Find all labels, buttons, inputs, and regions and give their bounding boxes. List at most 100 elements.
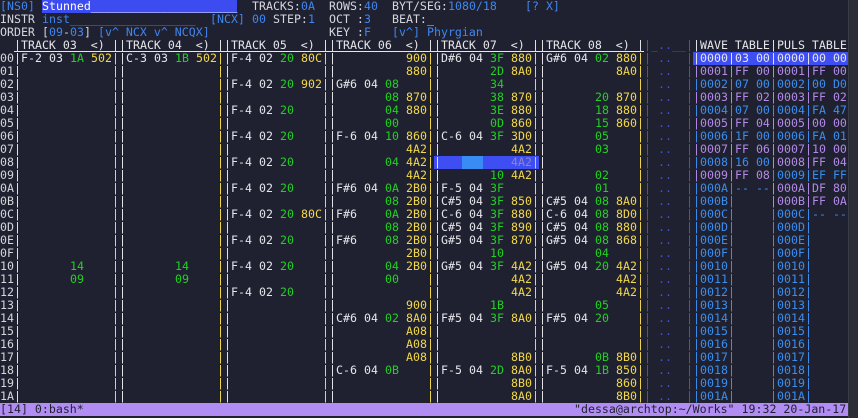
note-cell[interactable]: F#6 <box>336 208 357 221</box>
effect-cell[interactable]: 20 <box>280 260 294 273</box>
effect-cell[interactable]: 3F <box>490 312 504 325</box>
effect-cell[interactable]: 1B <box>175 52 189 65</box>
note-cell[interactable]: C-6 <box>441 130 462 143</box>
instrument-cell[interactable]: 02 <box>259 286 273 299</box>
effect-cell[interactable]: 0B <box>385 364 399 377</box>
value-cell[interactable]: 8A0 <box>511 65 532 78</box>
effect-cell[interactable]: 20 <box>280 234 294 247</box>
value-cell[interactable]: 502 <box>196 52 217 65</box>
instrument-cell[interactable]: 04 <box>574 260 588 273</box>
instrument-cell[interactable]: 04 <box>574 312 588 325</box>
effect-cell[interactable]: 20 <box>595 312 609 325</box>
instrument-cell[interactable]: 04 <box>574 52 588 65</box>
scrollbar[interactable] <box>848 0 858 418</box>
effect-cell[interactable]: 20 <box>280 156 294 169</box>
value-cell[interactable]: 868 <box>616 234 637 247</box>
note-cell[interactable]: F-4 <box>231 104 252 117</box>
value-cell[interactable]: 80C <box>301 208 322 221</box>
instrument-cell[interactable]: 04 <box>364 130 378 143</box>
note-cell[interactable]: G#5 <box>546 260 567 273</box>
value-cell[interactable]: 4A2 <box>616 286 637 299</box>
instrument-cell[interactable]: 02 <box>259 182 273 195</box>
effect-cell[interactable]: 20 <box>280 208 294 221</box>
instrument-cell[interactable]: 04 <box>364 364 378 377</box>
instrument-cell[interactable]: 04 <box>469 364 483 377</box>
note-cell[interactable]: F-5 <box>441 364 462 377</box>
instrument-cell[interactable]: 04 <box>469 130 483 143</box>
effect-cell[interactable]: 20 <box>280 78 294 91</box>
instrument-cell[interactable]: 04 <box>469 312 483 325</box>
step-value[interactable]: 1 <box>308 13 315 26</box>
note-cell[interactable]: F-4 <box>231 286 252 299</box>
note-cell[interactable]: G#5 <box>546 234 567 247</box>
note-cell[interactable]: F-6 <box>336 130 357 143</box>
status-left[interactable]: [14] 0:bash* <box>0 403 84 416</box>
effect-cell[interactable]: 02 <box>385 312 399 325</box>
instrument-cell[interactable]: 02 <box>259 156 273 169</box>
instrument-cell[interactable]: 04 <box>469 52 483 65</box>
instrument-cell[interactable]: 04 <box>364 182 378 195</box>
effect-cell[interactable]: 2D <box>490 364 504 377</box>
instr-flags[interactable]: [NCX] <box>210 13 245 26</box>
note-cell[interactable]: F-4 <box>231 156 252 169</box>
value-cell[interactable]: 860 <box>616 117 637 130</box>
value-cell[interactable]: 2B0 <box>406 260 427 273</box>
instrument-cell[interactable]: 03 <box>154 52 168 65</box>
instrument-cell[interactable]: 02 <box>259 208 273 221</box>
instrument-cell[interactable]: 03 <box>49 52 63 65</box>
note-cell[interactable]: G#5 <box>441 260 462 273</box>
note-cell[interactable]: F-4 <box>231 208 252 221</box>
instrument-cell[interactable]: 02 <box>259 130 273 143</box>
effect-cell[interactable]: 20 <box>280 52 294 65</box>
note-cell[interactable]: F-4 <box>231 130 252 143</box>
value-cell[interactable]: 4A2 <box>511 169 532 182</box>
note-cell[interactable]: F-4 <box>231 78 252 91</box>
instrument-cell[interactable]: 02 <box>259 260 273 273</box>
note-cell[interactable]: G#6 <box>546 52 567 65</box>
effect-cell[interactable]: 09 <box>70 273 84 286</box>
instrument-cell[interactable]: 02 <box>259 234 273 247</box>
note-cell[interactable]: F#6 <box>336 234 357 247</box>
note-cell[interactable]: D#6 <box>441 52 462 65</box>
effect-cell[interactable]: 04 <box>385 156 399 169</box>
effect-cell[interactable]: 00 <box>385 273 399 286</box>
note-cell[interactable]: C#6 <box>336 312 357 325</box>
value-cell[interactable]: 870 <box>511 234 532 247</box>
instrument-cell[interactable]: 02 <box>259 52 273 65</box>
note-cell[interactable]: G#5 <box>441 234 462 247</box>
effect-cell[interactable]: 1B <box>595 364 609 377</box>
instrument-cell[interactable]: 04 <box>469 234 483 247</box>
value-cell[interactable]: 880 <box>406 104 427 117</box>
effect-cell[interactable]: 20 <box>280 182 294 195</box>
note-cell[interactable]: F-4 <box>231 234 252 247</box>
value-cell[interactable]: 902 <box>301 78 322 91</box>
note-cell[interactable]: F#5 <box>546 312 567 325</box>
value-cell[interactable]: 880 <box>406 65 427 78</box>
note-cell[interactable]: C-3 <box>126 52 147 65</box>
effect-cell[interactable]: 20 <box>280 130 294 143</box>
value-cell[interactable]: 8A0 <box>616 65 637 78</box>
note-cell[interactable]: F-4 <box>231 260 252 273</box>
note-cell[interactable]: F-4 <box>231 182 252 195</box>
effect-cell[interactable]: 03 <box>595 143 609 156</box>
wave-table-value[interactable]: -- -- <box>735 182 770 195</box>
effect-cell[interactable]: 3F <box>490 130 504 143</box>
pulse-table-value[interactable]: -- -- <box>812 208 847 221</box>
note-cell[interactable]: F#6 <box>336 182 357 195</box>
effect-cell[interactable]: 10 <box>385 130 399 143</box>
effect-cell[interactable]: 20 <box>280 286 294 299</box>
note-cell[interactable]: F-5 <box>546 364 567 377</box>
instrument-cell[interactable]: 04 <box>469 260 483 273</box>
instrument-cell[interactable]: 04 <box>574 234 588 247</box>
help-close-button[interactable]: [? X] <box>525 0 560 13</box>
instr-number[interactable]: 00 <box>252 13 266 26</box>
note-cell[interactable]: F-2 <box>21 52 42 65</box>
effect-cell[interactable]: 1A <box>70 52 84 65</box>
effect-cell[interactable]: 08 <box>385 234 399 247</box>
value-cell[interactable]: A08 <box>406 351 427 364</box>
note-cell[interactable]: C-6 <box>336 364 357 377</box>
value-cell[interactable]: 502 <box>91 52 112 65</box>
value-cell[interactable]: 80C <box>301 52 322 65</box>
effect-cell[interactable]: 09 <box>175 273 189 286</box>
effect-cell[interactable]: 02 <box>595 52 609 65</box>
